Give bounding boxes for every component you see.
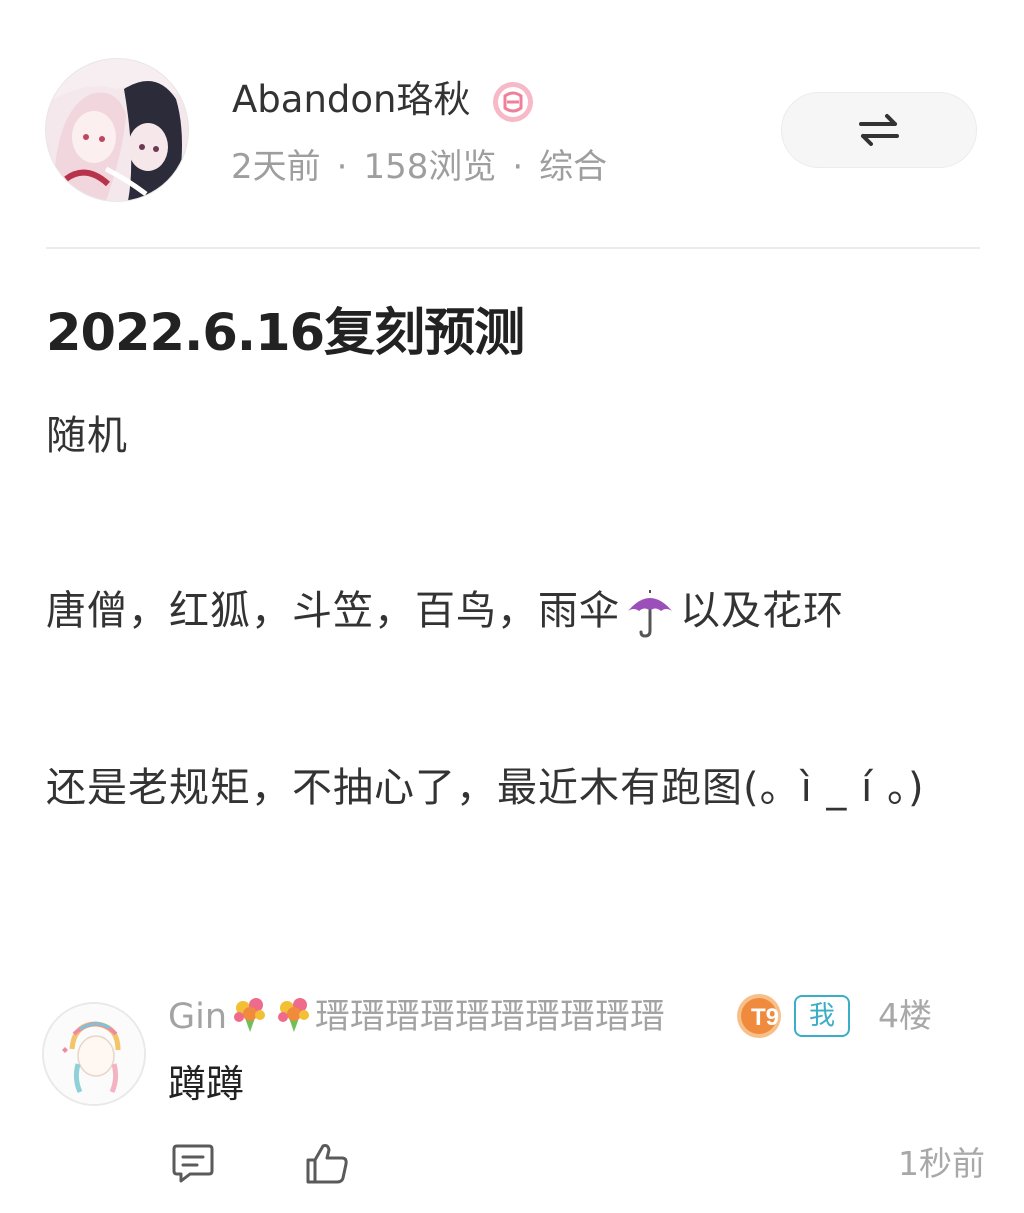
comment-text: 蹲蹲 <box>168 1062 245 1106</box>
post-meta: 2天前 · 158浏览 · 综合 <box>231 144 607 190</box>
author-avatar-image <box>46 59 188 201</box>
level-badge-icon <box>493 81 534 122</box>
me-tag: 我 <box>794 995 850 1037</box>
header-divider <box>46 247 980 249</box>
author-name-row: Abandon珞秋 <box>232 76 534 124</box>
umbrella-icon <box>628 590 672 638</box>
comment-item: Gin 瑨瑨瑨瑨瑨瑨瑨瑨瑨瑨 T9 我 4楼 蹲蹲 1秒前 <box>0 980 1024 1213</box>
paragraph-text: 以及花环 <box>680 588 844 634</box>
post-views: 158浏览 <box>363 147 497 187</box>
swap-arrows-icon <box>859 114 899 146</box>
post-time: 2天前 <box>231 147 321 187</box>
like-icon[interactable] <box>304 1140 350 1186</box>
bouquet-icon <box>234 998 266 1032</box>
bouquet-icon <box>278 998 310 1032</box>
meta-separator: · <box>512 147 524 187</box>
user-level-badge-icon: T9 <box>737 994 781 1038</box>
commenter-name[interactable]: Gin 瑨瑨瑨瑨瑨瑨瑨瑨瑨瑨 <box>168 992 665 1041</box>
author-avatar[interactable] <box>46 59 188 201</box>
comment-time: 1秒前 <box>898 1144 985 1183</box>
post-category[interactable]: 综合 <box>539 147 607 187</box>
reply-icon[interactable] <box>170 1140 216 1186</box>
post-paragraph-1: 随机 <box>46 413 128 459</box>
commenter-name-suffix: 瑨瑨瑨瑨瑨瑨瑨瑨瑨瑨 <box>315 997 666 1037</box>
post-title: 2022.6.16复刻预测 <box>46 304 525 363</box>
post-paragraph-3: 还是老规矩，不抽心了，最近木有跑图(。ì _ í 。) <box>46 765 925 811</box>
post-paragraph-2: 唐僧，红狐，斗笠，百鸟，雨伞 以及花环 <box>46 567 966 655</box>
level-badge-text: T9 <box>751 1004 779 1031</box>
commenter-avatar[interactable] <box>44 1004 144 1104</box>
commenter-avatar-image <box>44 1004 144 1104</box>
author-name[interactable]: Abandon珞秋 <box>232 78 471 121</box>
commenter-name-prefix: Gin <box>168 997 228 1037</box>
paragraph-text: 唐僧，红狐，斗笠，百鸟，雨伞 <box>46 588 620 634</box>
meta-separator: · <box>336 147 348 187</box>
switch-button[interactable] <box>781 92 977 168</box>
post-header: Abandon珞秋 2天前 · 158浏览 · 综合 <box>0 0 1024 248</box>
comment-floor: 4楼 <box>878 996 932 1035</box>
